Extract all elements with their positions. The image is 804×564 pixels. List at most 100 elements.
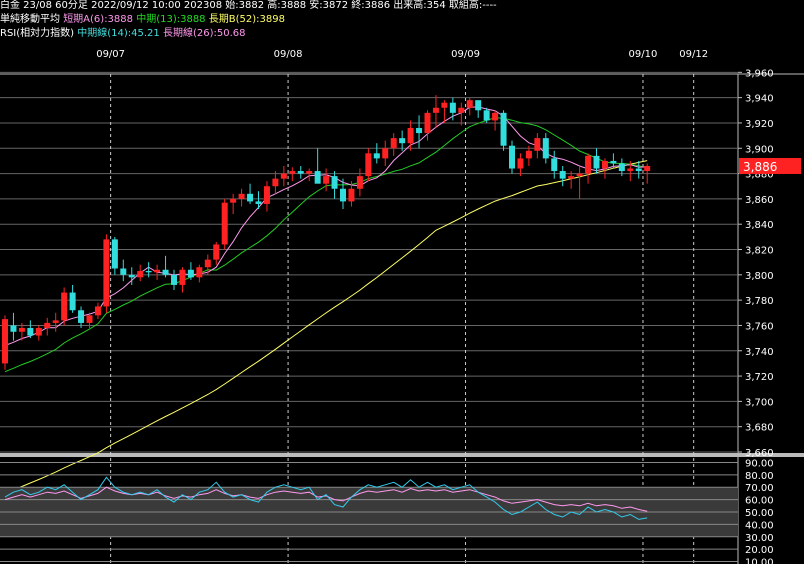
price-tick-label: 3,960 (745, 68, 774, 79)
candle (78, 306, 85, 328)
candle-body (610, 160, 617, 164)
candle (2, 315, 8, 370)
candle (213, 241, 220, 265)
candle-body (331, 176, 338, 189)
candle-body (280, 173, 287, 179)
rsi-tick-label: 70.00 (745, 483, 774, 494)
candle-body (128, 274, 135, 278)
candle (204, 254, 211, 275)
price-tick-label: 3,700 (745, 397, 774, 408)
candle-body (416, 128, 423, 134)
candle-body (601, 160, 608, 169)
candle-body (365, 153, 372, 177)
candle (120, 259, 127, 282)
rsi-tick-label: 50.00 (745, 508, 774, 519)
candle (390, 133, 397, 156)
candle-body (171, 274, 177, 285)
candle-body (407, 128, 414, 144)
candle (525, 145, 532, 166)
candle-body (635, 168, 642, 172)
candle-body (449, 102, 456, 113)
candle-body (297, 171, 304, 174)
price-tick-label: 3,860 (745, 195, 774, 206)
candle (517, 153, 524, 177)
candle (52, 312, 59, 332)
candle (196, 264, 203, 283)
candle-body (289, 171, 296, 174)
candle-body (517, 158, 524, 169)
candle-body (61, 292, 68, 321)
candle-body (18, 327, 25, 332)
candle-body (424, 112, 431, 134)
candle-body (576, 173, 583, 177)
candle (10, 312, 17, 341)
candle-body (373, 153, 380, 159)
candle-body (559, 171, 566, 179)
candle (154, 264, 161, 280)
candle-body (348, 188, 355, 202)
candle (187, 262, 194, 280)
candle (314, 148, 321, 184)
candle-body (585, 155, 592, 174)
candle-body (306, 171, 313, 174)
candle-body (483, 110, 490, 121)
candle-body (196, 267, 203, 278)
price-tick-label: 3,920 (745, 119, 774, 130)
candle-body (432, 107, 439, 113)
candle (551, 150, 558, 179)
candle-body (382, 148, 389, 159)
candle-body (145, 271, 152, 273)
candle (247, 183, 254, 204)
candle (416, 115, 423, 149)
candle-body (509, 145, 515, 169)
price-tick-label: 3,760 (745, 321, 774, 332)
candlestick-chart[interactable]: 09/07 09/08 09/09 09/10 09/12 3,960 3,940 3,92… (0, 0, 804, 564)
candle-body (314, 171, 321, 184)
candle (111, 236, 118, 275)
candle-body (458, 107, 465, 113)
candle (559, 165, 566, 187)
candle-body (247, 193, 254, 202)
candle (35, 325, 42, 341)
candle-body (568, 176, 575, 179)
candle-body (137, 271, 144, 278)
date-label: 09/12 (679, 49, 708, 60)
candle (103, 234, 110, 313)
candle-body (44, 322, 51, 328)
candle (162, 255, 169, 278)
candle-body (187, 269, 194, 278)
price-tick-label: 3,680 (745, 423, 774, 434)
candle-body (340, 188, 346, 202)
candle (323, 168, 330, 192)
candle-body (272, 178, 279, 187)
rsi-tick-label: 30.00 (745, 533, 774, 544)
candle-body (204, 259, 211, 268)
price-tick-label: 3,800 (745, 271, 774, 282)
candle-body (618, 163, 625, 172)
candle-body (10, 325, 17, 332)
ma-short-line (4, 106, 648, 346)
candle (382, 140, 389, 166)
candle-body (111, 239, 118, 269)
candle-body (534, 138, 541, 151)
rsi-tick-label: 20.00 (745, 545, 774, 556)
date-label: 09/10 (629, 49, 658, 60)
candle (373, 143, 380, 164)
price-tick-label: 3,740 (745, 347, 774, 358)
candle-body (35, 327, 42, 336)
candle-body (551, 158, 558, 172)
rsi-tick-label: 10.00 (745, 558, 774, 564)
candle (69, 284, 76, 313)
candle-body (255, 201, 262, 204)
candle-body (154, 269, 161, 273)
candle (542, 133, 549, 164)
candle (44, 317, 51, 336)
price-tick-label: 3,720 (745, 372, 774, 383)
candle (399, 130, 406, 151)
candle-body (399, 138, 406, 144)
candle (238, 188, 245, 207)
candle-body (213, 244, 220, 260)
candle-body (441, 102, 448, 108)
price-tick-label: 3,780 (745, 296, 774, 307)
candle-body (356, 176, 363, 189)
